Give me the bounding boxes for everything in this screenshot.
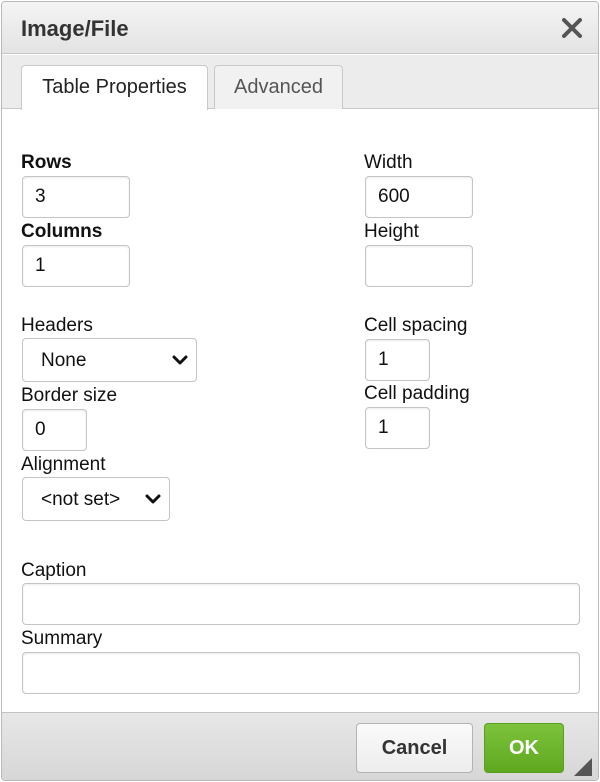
cancel-button[interactable]: Cancel xyxy=(356,723,473,773)
ok-button[interactable]: OK xyxy=(484,723,564,773)
caption-label: Caption xyxy=(21,560,87,581)
tab-table-properties[interactable]: Table Properties xyxy=(21,65,208,110)
tab-advanced[interactable]: Advanced xyxy=(214,65,343,109)
alignment-label: Alignment xyxy=(21,454,106,475)
summary-label: Summary xyxy=(21,628,103,649)
height-label: Height xyxy=(364,221,419,242)
headers-select-value: None xyxy=(41,350,87,371)
border-size-input[interactable] xyxy=(22,409,87,451)
width-label: Width xyxy=(364,152,413,173)
chevron-down-icon xyxy=(145,494,161,504)
summary-input[interactable] xyxy=(22,652,580,694)
headers-select[interactable]: None xyxy=(22,338,197,382)
border-size-label: Border size xyxy=(21,385,118,406)
columns-input[interactable] xyxy=(22,245,130,287)
caption-input[interactable] xyxy=(22,583,580,625)
height-input[interactable] xyxy=(365,245,473,287)
cell-spacing-input[interactable] xyxy=(365,339,430,381)
dialog-titlebar[interactable]: Image/File xyxy=(2,2,598,54)
table-properties-dialog: Image/File Table Properties Advanced Row… xyxy=(1,1,599,781)
resize-handle-icon[interactable] xyxy=(574,758,592,776)
columns-label: Columns xyxy=(21,221,103,242)
rows-input[interactable] xyxy=(22,176,130,218)
alignment-select-value: <not set> xyxy=(41,489,121,510)
rows-label: Rows xyxy=(21,152,72,173)
close-icon[interactable] xyxy=(560,16,584,40)
dialog-body: Rows Columns Headers None Border size Al… xyxy=(2,110,598,712)
dialog-title: Image/File xyxy=(21,16,129,41)
cell-spacing-label: Cell spacing xyxy=(364,315,468,336)
cell-padding-label: Cell padding xyxy=(364,383,470,404)
cell-padding-input[interactable] xyxy=(365,407,430,449)
chevron-down-icon xyxy=(172,355,188,365)
headers-label: Headers xyxy=(21,315,93,336)
tab-bar: Table Properties Advanced xyxy=(2,55,598,110)
alignment-select[interactable]: <not set> xyxy=(22,477,170,521)
width-input[interactable] xyxy=(365,176,473,218)
dialog-footer: Cancel OK xyxy=(2,712,598,780)
